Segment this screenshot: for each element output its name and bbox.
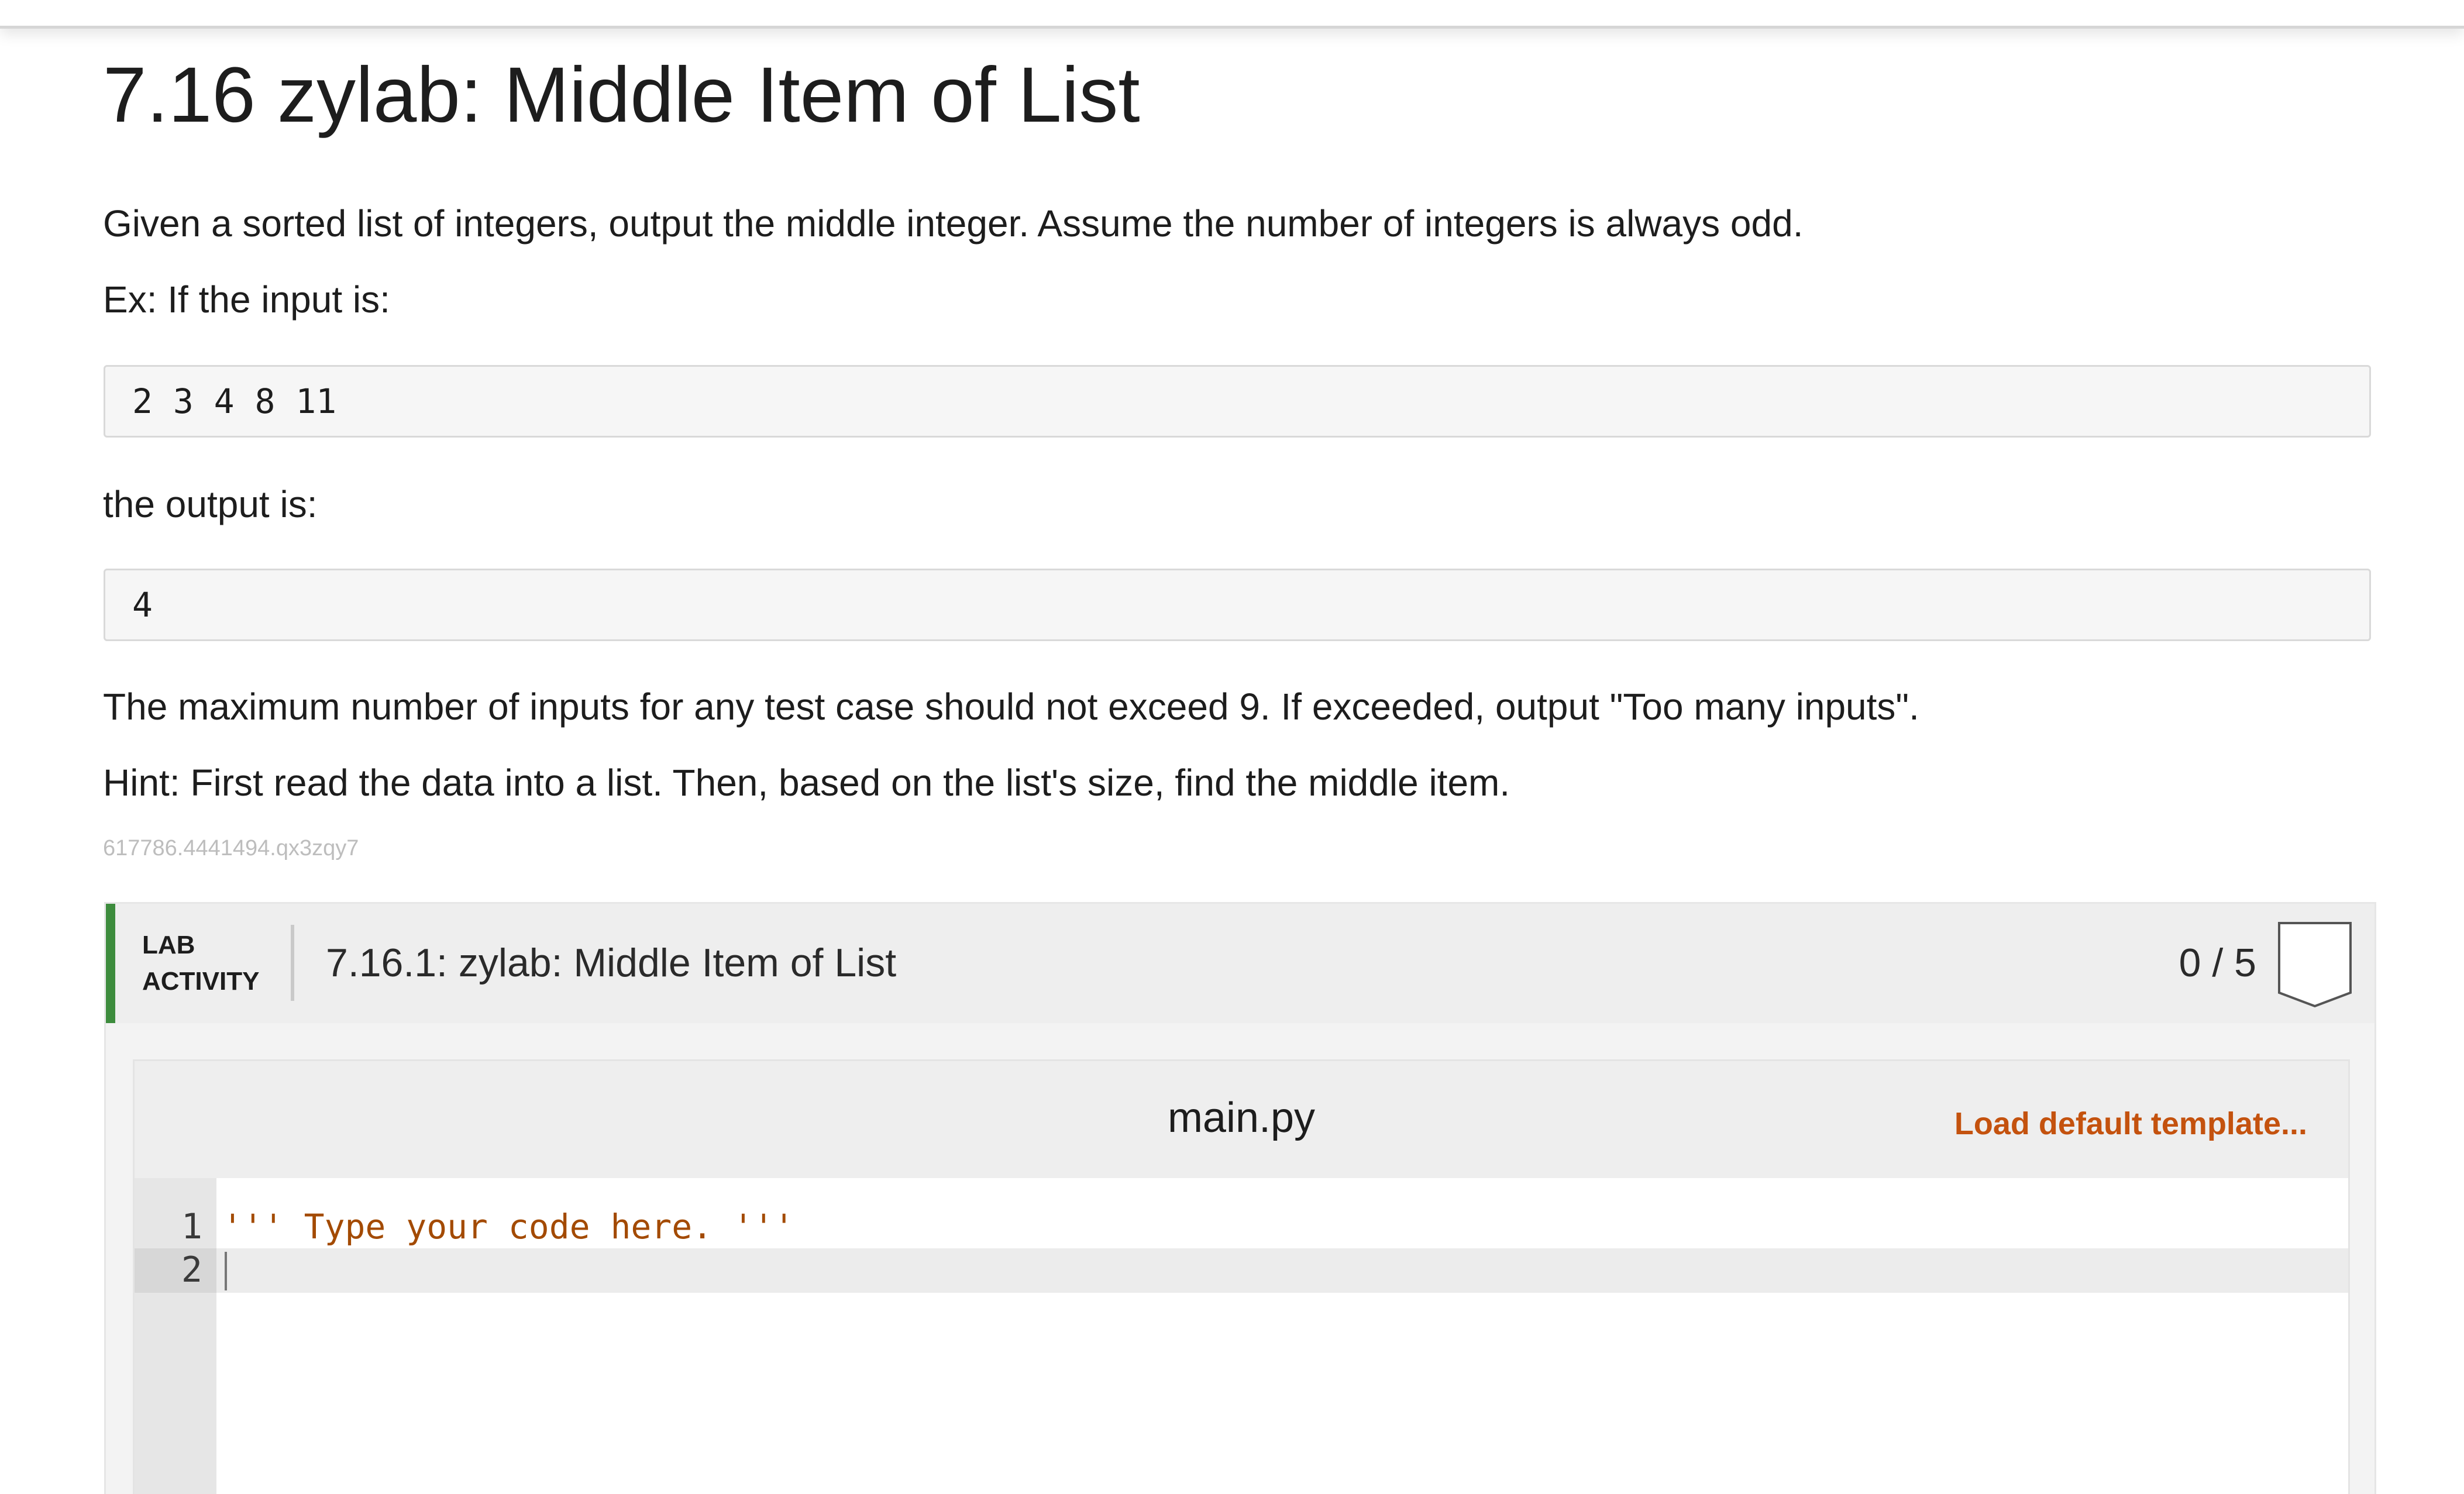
code-line[interactable]: ''' Type your code here. ''' (222, 1205, 794, 1248)
lab-tag-line1: LAB (142, 931, 195, 959)
code-editor: main.py Load default template... 1 2 '''… (133, 1059, 2350, 1494)
lab-activity-header: LAB ACTIVITY 7.16.1: zylab: Middle Item … (106, 904, 2374, 1023)
example-input-box: 2 3 4 8 11 (104, 365, 2371, 438)
input-limit-note: The maximum number of inputs for any tes… (103, 686, 1919, 728)
example-input-label: Ex: If the input is: (103, 278, 390, 321)
page: 7.16 zylab: Middle Item of List Given a … (0, 0, 2464, 1494)
lab-tag-line2: ACTIVITY (142, 967, 260, 996)
example-output-label: the output is: (103, 483, 318, 525)
problem-description: Given a sorted list of integers, output … (103, 202, 1804, 245)
top-nav-bar (0, 0, 2464, 29)
lab-score: 0 / 5 (2179, 941, 2256, 985)
example-output-box: 4 (104, 569, 2371, 641)
active-line-highlight[interactable] (216, 1248, 2348, 1293)
lab-activity-title: 7.16.1: zylab: Middle Item of List (326, 941, 897, 985)
shield-outline-icon (2278, 922, 2352, 1008)
lab-activity-panel: LAB ACTIVITY 7.16.1: zylab: Middle Item … (104, 902, 2376, 1494)
line-number: 2 (181, 1249, 202, 1290)
load-default-template-link[interactable]: Load default template... (1954, 1102, 2307, 1145)
page-title: 7.16 zylab: Middle Item of List (103, 51, 1140, 139)
lab-activity-tag: LAB ACTIVITY (142, 927, 259, 1000)
text-cursor (225, 1252, 227, 1290)
header-divider (291, 925, 294, 1001)
hint-text: Hint: First read the data into a list. T… (103, 762, 1510, 804)
problem-id-code: 617786.4441494.qx3zqy7 (103, 836, 359, 860)
line-number: 1 (181, 1206, 202, 1247)
editor-header: main.py Load default template... (135, 1061, 2348, 1178)
